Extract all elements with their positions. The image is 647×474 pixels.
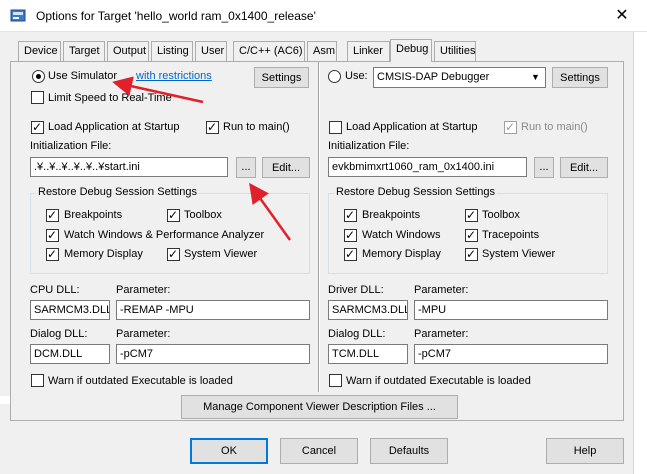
cancel-button[interactable]: Cancel bbox=[280, 438, 358, 464]
run-to-main-label-left: Run to main() bbox=[223, 121, 290, 133]
tab-asm[interactable]: Asm bbox=[307, 41, 337, 61]
tab-cpp[interactable]: C/C++ (AC6) bbox=[233, 41, 305, 61]
dialog-param-label-right: Parameter: bbox=[414, 328, 469, 340]
dialog-param-label-left: Parameter: bbox=[116, 328, 171, 340]
dialog-dll-input-right[interactable]: TCM.DLL bbox=[328, 344, 408, 364]
use-simulator-radio[interactable] bbox=[32, 70, 45, 83]
restore-system-viewer-label-left: System Viewer bbox=[184, 248, 258, 260]
restore-tracepoints-checkbox-right[interactable] bbox=[465, 227, 478, 243]
tab-linker[interactable]: Linker bbox=[347, 41, 390, 61]
warn-outdated-label-right: Warn if outdated Executable is loaded bbox=[346, 375, 531, 387]
init-file-input-right[interactable]: evkbmimxrt1060_ram_0x1400.ini bbox=[328, 157, 527, 177]
restore-toolbox-label-right: Toolbox bbox=[482, 209, 520, 221]
run-to-main-label-right: Run to main() bbox=[521, 121, 588, 133]
restore-toolbox-checkbox-left[interactable] bbox=[167, 207, 180, 223]
restore-watch-checkbox-left[interactable] bbox=[46, 227, 59, 243]
load-app-label-left: Load Application at Startup bbox=[48, 121, 180, 133]
init-file-browse-button-right[interactable]: ... bbox=[534, 157, 554, 178]
window-frame-edge bbox=[633, 32, 647, 474]
restore-group-title-left: Restore Debug Session Settings bbox=[36, 186, 199, 198]
init-file-input-left[interactable]: .¥..¥..¥..¥..¥..¥start.ini bbox=[30, 157, 228, 177]
load-app-label-right: Load Application at Startup bbox=[346, 121, 478, 133]
defaults-button[interactable]: Defaults bbox=[370, 438, 448, 464]
restore-group-title-right: Restore Debug Session Settings bbox=[334, 186, 497, 198]
cpu-dll-label: CPU DLL: bbox=[30, 284, 80, 296]
chevron-down-icon[interactable]: ▼ bbox=[528, 70, 543, 85]
tab-output[interactable]: Output bbox=[107, 41, 149, 61]
tab-device[interactable]: Device bbox=[18, 41, 61, 61]
restore-breakpoints-label-right: Breakpoints bbox=[362, 209, 421, 221]
init-file-edit-button-left[interactable]: Edit... bbox=[262, 157, 310, 178]
restore-system-viewer-label-right: System Viewer bbox=[482, 248, 556, 260]
cpu-dll-input[interactable]: SARMCM3.DLL bbox=[30, 300, 110, 320]
debugger-select-value: CMSIS-DAP Debugger bbox=[377, 71, 490, 83]
use-label: Use: bbox=[345, 70, 368, 82]
restore-toolbox-label-left: Toolbox bbox=[184, 209, 222, 221]
ok-button[interactable]: OK bbox=[190, 438, 268, 464]
limit-speed-label: Limit Speed to Real-Time bbox=[48, 92, 172, 104]
restore-breakpoints-label-left: Breakpoints bbox=[64, 209, 123, 221]
help-button[interactable]: Help bbox=[546, 438, 624, 464]
driver-dll-label: Driver DLL: bbox=[328, 284, 384, 296]
restore-tracepoints-label-right: Tracepoints bbox=[482, 229, 540, 241]
dialog-param-input-right[interactable]: -pCM7 bbox=[414, 344, 608, 364]
restore-system-viewer-checkbox-left[interactable] bbox=[167, 246, 180, 262]
restore-memory-checkbox-left[interactable] bbox=[46, 246, 59, 262]
window-title: Options for Target 'hello_world ram_0x14… bbox=[36, 9, 316, 23]
driver-param-input[interactable]: -MPU bbox=[414, 300, 608, 320]
dialog-dll-input-left[interactable]: DCM.DLL bbox=[30, 344, 110, 364]
debugger-settings-button[interactable]: Settings bbox=[552, 67, 608, 88]
close-button[interactable]: ✕ bbox=[611, 6, 633, 26]
warn-outdated-label-left: Warn if outdated Executable is loaded bbox=[48, 375, 233, 387]
use-simulator-label: Use Simulator bbox=[48, 70, 118, 82]
restore-toolbox-checkbox-right[interactable] bbox=[465, 207, 478, 223]
dialog-dll-label-right: Dialog DLL: bbox=[328, 328, 386, 340]
tab-utilities[interactable]: Utilities bbox=[434, 41, 476, 61]
restore-system-viewer-checkbox-right[interactable] bbox=[465, 246, 478, 262]
limit-speed-checkbox[interactable] bbox=[31, 91, 44, 104]
tab-user[interactable]: User bbox=[195, 41, 227, 61]
restore-breakpoints-checkbox-left[interactable] bbox=[46, 207, 59, 223]
tab-debug[interactable]: Debug bbox=[390, 39, 432, 62]
restore-watch-label-left: Watch Windows & Performance Analyzer bbox=[64, 229, 265, 241]
background-strip bbox=[0, 396, 10, 404]
panel-divider-highlight bbox=[319, 62, 320, 392]
restore-memory-label-left: Memory Display bbox=[64, 248, 143, 260]
load-app-checkbox-left[interactable] bbox=[31, 119, 44, 135]
run-to-main-checkbox-left[interactable] bbox=[206, 119, 219, 135]
debugger-select[interactable]: CMSIS-DAP Debugger ▼ bbox=[373, 67, 546, 88]
driver-dll-input[interactable]: SARMCM3.DLL bbox=[328, 300, 408, 320]
manage-component-viewer-button[interactable]: Manage Component Viewer Description File… bbox=[181, 395, 458, 419]
tab-target[interactable]: Target bbox=[63, 41, 105, 61]
tab-listing[interactable]: Listing bbox=[151, 41, 193, 61]
init-file-browse-button-left[interactable]: ... bbox=[236, 157, 256, 178]
driver-param-label: Parameter: bbox=[414, 284, 469, 296]
app-icon bbox=[10, 9, 26, 22]
restore-watch-checkbox-right[interactable] bbox=[344, 227, 357, 243]
load-app-checkbox-right[interactable] bbox=[329, 121, 342, 134]
run-to-main-checkbox-right[interactable] bbox=[504, 119, 517, 135]
dialog-param-input-left[interactable]: -pCM7 bbox=[116, 344, 310, 364]
warn-outdated-checkbox-right[interactable] bbox=[329, 374, 342, 387]
restore-watch-label-right: Watch Windows bbox=[362, 229, 441, 241]
dialog-dll-label-left: Dialog DLL: bbox=[30, 328, 88, 340]
init-file-label-left: Initialization File: bbox=[30, 140, 112, 152]
cpu-param-input[interactable]: -REMAP -MPU bbox=[116, 300, 310, 320]
restore-breakpoints-checkbox-right[interactable] bbox=[344, 207, 357, 223]
restore-memory-checkbox-right[interactable] bbox=[344, 246, 357, 262]
simulator-settings-button[interactable]: Settings bbox=[254, 67, 309, 88]
init-file-label-right: Initialization File: bbox=[328, 140, 410, 152]
with-restrictions-link[interactable]: with restrictions bbox=[136, 70, 212, 82]
warn-outdated-checkbox-left[interactable] bbox=[31, 374, 44, 387]
use-debugger-radio[interactable] bbox=[328, 70, 341, 83]
restore-memory-label-right: Memory Display bbox=[362, 248, 441, 260]
init-file-edit-button-right[interactable]: Edit... bbox=[560, 157, 608, 178]
cpu-param-label: Parameter: bbox=[116, 284, 171, 296]
